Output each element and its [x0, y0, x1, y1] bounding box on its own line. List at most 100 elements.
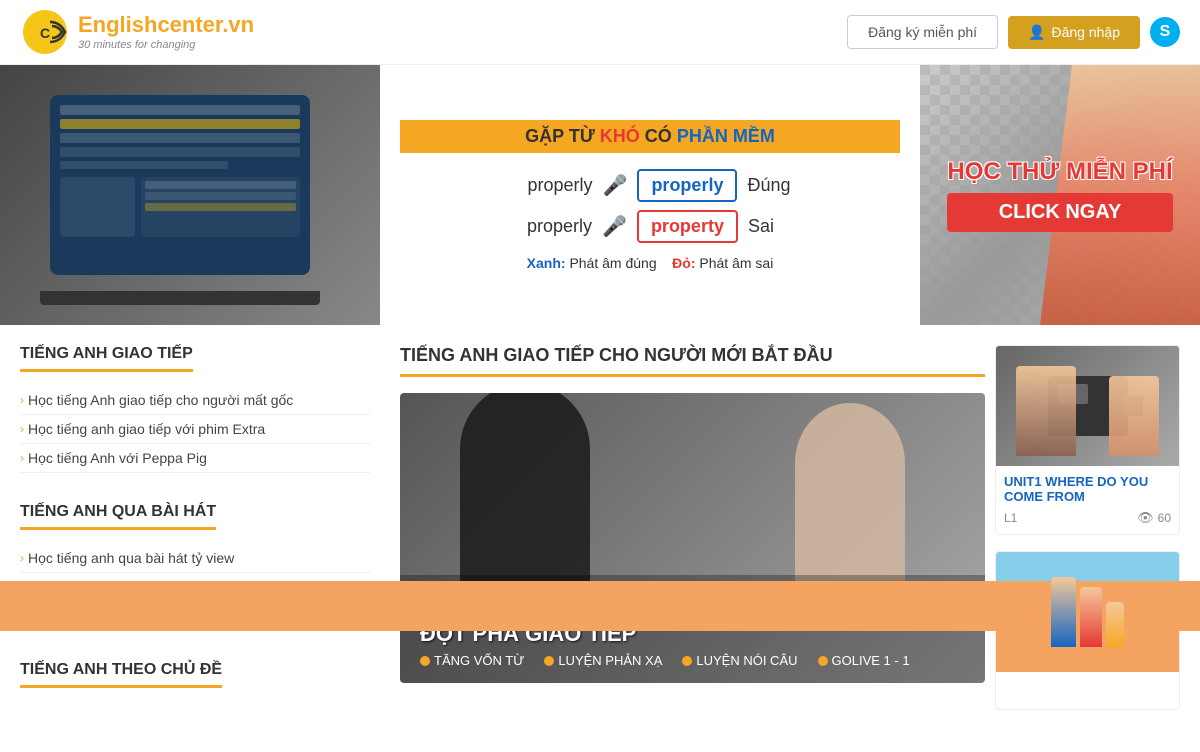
click-ngay-button[interactable]: CLICK NGAY	[947, 193, 1172, 232]
legend-do-text: Phát âm sai	[699, 255, 773, 271]
card-title-2	[1004, 680, 1171, 695]
banner-laptop-bg	[0, 65, 380, 325]
word-row-2: properly 🎤 property Sai	[400, 210, 900, 243]
banner-title-hard: KHÓ	[600, 126, 640, 146]
login-button[interactable]: 👤 Đăng nhập	[1008, 16, 1140, 49]
card-image-1	[996, 346, 1179, 466]
featured-bullets: TĂNG VỐN TỪ LUYỆN PHẢN XẠ LUYỆN NÓI CÂU …	[420, 653, 965, 668]
bullet-text: LUYỆN PHẢN XẠ	[558, 653, 662, 668]
figure-a	[1051, 577, 1076, 647]
logo-text: Englishcenter.vn 30 minutes for changing	[78, 12, 254, 52]
result-label-1: Đúng	[747, 175, 797, 196]
bullet-4: GOLIVE 1 - 1	[818, 653, 910, 668]
sidebar: TIẾNG ANH GIAO TIẾP › Học tiếng Anh giao…	[20, 345, 390, 732]
banner-title-bar: GẶP TỪ KHÓ CÓ PHẦN MỀM	[400, 120, 900, 153]
sidebar-links-giao-tiep: › Học tiếng Anh giao tiếp cho người mất …	[20, 386, 370, 473]
sidebar-section-chu-de: TIẾNG ANH THEO CHỦ ĐỀ	[20, 661, 370, 702]
header: C Englishcenter.vn 30 minutes for changi…	[0, 0, 1200, 65]
header-actions: Đăng ký miễn phí 👤 Đăng nhập S	[847, 15, 1180, 49]
banner-title-soft: PHẦN MỀM	[677, 126, 775, 146]
content-section-title: TIẾNG ANH GIAO TIẾP CHO NGƯỜI MỚI BẮT ĐẦ…	[400, 345, 985, 377]
card-meta-1: L1 👁 60	[1004, 510, 1171, 526]
eye-icon-1: 👁	[1137, 510, 1154, 526]
bullet-text: GOLIVE 1 - 1	[832, 653, 910, 668]
bullet-text: LUYỆN NÓI CÂU	[696, 653, 797, 668]
bullet-dot	[420, 656, 430, 666]
bullet-2: LUYỆN PHẢN XẠ	[544, 653, 662, 668]
card-body-1: UNIT1 WHERE DO YOU COME FROM L1 👁 60	[996, 466, 1179, 534]
legend-do: Đỏ:	[672, 255, 695, 271]
user-icon: 👤	[1028, 24, 1045, 41]
arrow-icon: ›	[20, 451, 24, 465]
card-body-2	[996, 672, 1179, 709]
list-item: › Học tiếng anh qua bài hát tỷ view	[20, 544, 370, 573]
link-text: Học tiếng Anh giao tiếp cho người mất gố…	[28, 392, 293, 408]
arrow-icon: ›	[20, 422, 24, 436]
logo-main: Englishcenter.vn	[78, 12, 254, 38]
view-count-1: 60	[1158, 511, 1171, 525]
figure-woman	[795, 403, 905, 603]
arrow-icon: ›	[20, 551, 24, 565]
banner-legend: Xanh: Phát âm đúng Đỏ: Phát âm sai	[527, 255, 774, 271]
word-label-1: properly	[503, 175, 593, 196]
svg-text:C: C	[40, 25, 50, 41]
bullet-1: TĂNG VỐN TỪ	[420, 653, 524, 668]
result-label-2: Sai	[748, 216, 798, 237]
section-title-bai-hat: TIẾNG ANH QUA BÀI HÁT	[20, 503, 216, 530]
skype-letter: S	[1160, 23, 1171, 41]
bullet-dot	[544, 656, 554, 666]
bullet-dot	[818, 656, 828, 666]
card-level-1: L1	[1004, 511, 1017, 525]
card-1[interactable]: UNIT1 WHERE DO YOU COME FROM L1 👁 60	[995, 345, 1180, 535]
logo-sub: 30 minutes for changing	[78, 39, 254, 52]
main-content: TIẾNG ANH GIAO TIẾP › Học tiếng Anh giao…	[0, 325, 1200, 752]
right-sidebar: UNIT1 WHERE DO YOU COME FROM L1 👁 60	[995, 345, 1180, 732]
logo-name: Englishcenter	[78, 12, 222, 37]
banner-right: HỌC THỬ MIỄN PHÍ CLICK NGAY	[920, 65, 1200, 325]
banner-center: GẶP TỪ KHÓ CÓ PHẦN MỀM properly 🎤 proper…	[380, 65, 920, 325]
section-title-giao-tiep: TIẾNG ANH GIAO TIẾP	[20, 345, 193, 372]
banner-right-bg: HỌC THỬ MIỄN PHÍ CLICK NGAY	[920, 65, 1200, 325]
content-main: TIẾNG ANH GIAO TIẾP CHO NGƯỜI MỚI BẮT ĐẦ…	[390, 345, 995, 732]
word-row-1: properly 🎤 properly Đúng	[400, 169, 900, 202]
logo-icon: C	[20, 7, 70, 57]
section-title-chu-de: TIẾNG ANH THEO CHỦ ĐỀ	[20, 661, 222, 688]
list-item: › Học tiếng Anh với Peppa Pig	[20, 444, 370, 473]
list-item: › Học tiếng anh giao tiếp với phim Extra	[20, 415, 370, 444]
legend-xanh-text: Phát âm đúng	[569, 255, 656, 271]
login-label: Đăng nhập	[1051, 24, 1120, 40]
featured-image[interactable]: HỌC THỬ MIỄN PHÍ ĐỘT PHÁ GIAO TIẾP TĂNG …	[400, 393, 985, 683]
family-figures	[1051, 577, 1124, 647]
logo-vn: .vn	[222, 12, 254, 37]
card-title-1: UNIT1 WHERE DO YOU COME FROM	[1004, 474, 1171, 504]
sidebar-link[interactable]: › Học tiếng Anh với Peppa Pig	[20, 450, 370, 466]
bullet-text: TĂNG VỐN TỪ	[434, 653, 524, 668]
figure-c	[1106, 602, 1124, 647]
skype-icon[interactable]: S	[1150, 17, 1180, 47]
word-box-1: properly	[637, 169, 737, 202]
mic-icon-1: 🎤	[603, 173, 628, 198]
sidebar-link[interactable]: › Học tiếng anh giao tiếp với phim Extra	[20, 421, 370, 437]
link-text: Học tiếng Anh với Peppa Pig	[28, 450, 207, 466]
card-image-2	[996, 552, 1179, 672]
legend-xanh: Xanh:	[527, 255, 566, 271]
arrow-icon: ›	[20, 393, 24, 407]
list-item: › Học tiếng Anh giao tiếp cho người mất …	[20, 386, 370, 415]
word-box-2: property	[637, 210, 738, 243]
banner: GẶP TỪ KHÓ CÓ PHẦN MỀM properly 🎤 proper…	[0, 65, 1200, 325]
hoc-thu-box: HỌC THỬ MIỄN PHÍ CLICK NGAY	[947, 158, 1172, 232]
figure-man	[460, 393, 590, 603]
link-text: Học tiếng anh giao tiếp với phim Extra	[28, 421, 265, 437]
hoc-thu-title: HỌC THỬ MIỄN PHÍ	[947, 158, 1172, 187]
sidebar-link[interactable]: › Học tiếng anh qua bài hát tỷ view	[20, 550, 370, 566]
card-views-1: 👁 60	[1137, 510, 1171, 526]
figure-b	[1080, 587, 1102, 647]
sidebar-link[interactable]: › Học tiếng Anh giao tiếp cho người mất …	[20, 392, 370, 408]
word-label-2: properly	[502, 216, 592, 237]
mic-icon-2: 🎤	[602, 214, 627, 239]
person-figure-2	[1016, 366, 1076, 456]
link-text: Học tiếng anh qua bài hát tỷ view	[28, 550, 234, 566]
register-button[interactable]: Đăng ký miễn phí	[847, 15, 998, 49]
person-figure	[1109, 376, 1159, 456]
banner-left	[0, 65, 380, 325]
